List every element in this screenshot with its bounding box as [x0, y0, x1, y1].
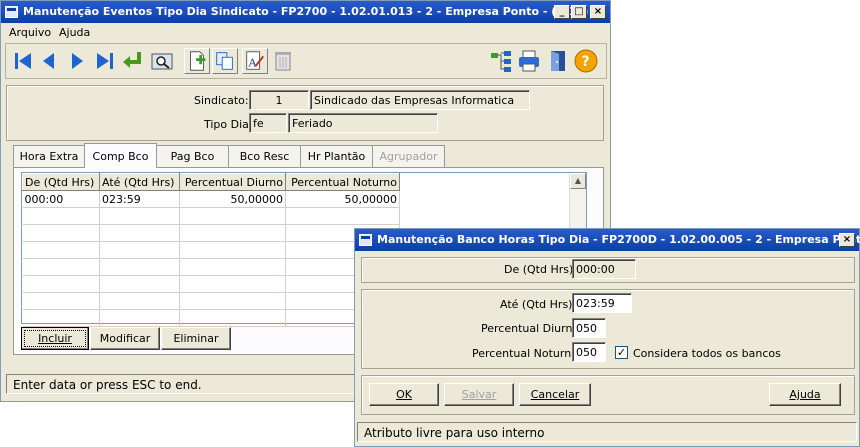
- maximize-button[interactable]: □: [571, 5, 587, 19]
- col-percentual-noturno[interactable]: Percentual Noturno: [285, 173, 400, 191]
- ok-label: OK: [396, 388, 412, 401]
- dialog-window: Manutenção Banco Horas Tipo Dia - FP2700…: [354, 228, 860, 447]
- scroll-up-arrow-icon[interactable]: ▲: [570, 173, 586, 189]
- close-button[interactable]: ×: [590, 5, 606, 19]
- modificar-label: Modificar: [99, 332, 151, 345]
- table-row[interactable]: [22, 224, 400, 242]
- ajuda-label: Ajuda: [789, 388, 821, 401]
- ajuda-button[interactable]: Ajuda: [769, 383, 841, 406]
- cell-ate[interactable]: 023:59: [99, 190, 180, 208]
- salvar-button: Salvar: [444, 383, 514, 406]
- new-record-icon[interactable]: [184, 48, 210, 74]
- incluir-label: Incluir: [38, 332, 72, 345]
- modificar-button[interactable]: Modificar: [90, 327, 160, 350]
- table-row[interactable]: [22, 275, 400, 293]
- search-icon[interactable]: [149, 48, 175, 74]
- menu-ajuda[interactable]: Ajuda: [59, 26, 90, 39]
- menubar: Arquivo Ajuda: [1, 23, 610, 42]
- toolbar: A ?: [5, 43, 607, 79]
- sindicato-code-field[interactable]: 1: [249, 90, 309, 110]
- noturno-label: Percentual Noturno:: [472, 347, 582, 360]
- hierarchy-icon[interactable]: [488, 48, 514, 74]
- main-titlebar[interactable]: Manutenção Eventos Tipo Dia Sindicato - …: [1, 1, 610, 23]
- cancelar-button[interactable]: Cancelar: [519, 383, 591, 406]
- minimize-button[interactable]: _: [554, 5, 570, 19]
- table-row[interactable]: [22, 309, 400, 327]
- svg-text:A: A: [248, 57, 258, 70]
- table-row[interactable]: [22, 207, 400, 225]
- tipo-dia-name-field: Feriado: [288, 113, 438, 133]
- dialog-close-button[interactable]: ×: [839, 233, 855, 247]
- edit-icon[interactable]: A: [242, 48, 268, 74]
- tab-agrupador: Agrupador: [372, 145, 445, 167]
- printer-icon[interactable]: [516, 48, 542, 74]
- eliminar-label: Eliminar: [173, 332, 219, 345]
- previous-record-icon[interactable]: [36, 48, 62, 74]
- cell-diurno[interactable]: 50,00000: [179, 190, 286, 208]
- col-de-qtd-hrs[interactable]: De (Qtd Hrs): [22, 173, 100, 191]
- col-ate-qtd-hrs[interactable]: Até (Qtd Hrs): [99, 173, 180, 191]
- dialog-title: Manutenção Banco Horas Tipo Dia - FP2700…: [377, 233, 860, 246]
- considera-checkbox[interactable]: ✓: [615, 346, 628, 359]
- cancelar-label: Cancelar: [530, 388, 580, 401]
- first-record-icon[interactable]: [10, 48, 36, 74]
- cell-de[interactable]: 000:00: [22, 190, 100, 208]
- sindicato-name-field: Sindicado das Empresas Informatica: [310, 90, 530, 110]
- incluir-button[interactable]: Incluir: [21, 327, 89, 350]
- tab-comp-bco[interactable]: Comp Bco: [84, 143, 157, 168]
- dialog-app-icon: [359, 234, 372, 246]
- exit-door-icon[interactable]: [545, 48, 571, 74]
- tipo-dia-label: Tipo Dia:: [204, 118, 253, 131]
- tab-pag-bco[interactable]: Pag Bco: [156, 145, 229, 167]
- dialog-buttons-panel: OK Salvar Cancelar Ajuda: [361, 375, 855, 415]
- diurno-input[interactable]: 050: [572, 318, 606, 338]
- app-icon: [5, 6, 18, 18]
- tab-bco-resc[interactable]: Bco Resc: [228, 145, 301, 167]
- de-label: De (Qtd Hrs):: [504, 263, 577, 276]
- de-field: 000:00: [572, 259, 636, 279]
- last-record-icon[interactable]: [92, 48, 118, 74]
- enter-icon[interactable]: [120, 48, 146, 74]
- ate-input[interactable]: 023:59: [572, 293, 632, 313]
- table-row[interactable]: [22, 241, 400, 259]
- diurno-label: Percentual Diurno:: [481, 322, 583, 335]
- dialog-titlebar[interactable]: Manutenção Banco Horas Tipo Dia - FP2700…: [355, 229, 860, 251]
- sindicato-label: Sindicato:: [194, 94, 249, 107]
- delete-trash-icon[interactable]: [270, 48, 296, 74]
- header-panel: Sindicato: 1 Sindicado das Empresas Info…: [6, 85, 604, 141]
- considera-label[interactable]: Considera todos os bancos: [633, 347, 781, 360]
- svg-text:?: ?: [582, 54, 590, 70]
- copy-icon[interactable]: [212, 48, 238, 74]
- next-record-icon[interactable]: [64, 48, 90, 74]
- eliminar-button[interactable]: Eliminar: [161, 327, 231, 350]
- cell-noturno[interactable]: 50,00000: [285, 190, 400, 208]
- menu-arquivo[interactable]: Arquivo: [9, 26, 51, 39]
- noturno-input[interactable]: 050: [572, 342, 606, 362]
- tipo-dia-code-field[interactable]: fe: [249, 113, 287, 133]
- table-row[interactable]: [22, 258, 400, 276]
- col-percentual-diurno[interactable]: Percentual Diurno: [179, 173, 286, 191]
- dialog-de-panel: De (Qtd Hrs): 000:00: [361, 257, 855, 283]
- table-row[interactable]: [22, 292, 400, 310]
- ok-button[interactable]: OK: [369, 383, 439, 406]
- table-row[interactable]: 000:00 023:59 50,00000 50,00000: [22, 190, 400, 208]
- main-title: Manutenção Eventos Tipo Dia Sindicato - …: [23, 5, 589, 18]
- tab-hora-extra[interactable]: Hora Extra: [13, 145, 85, 167]
- ate-label: Até (Qtd Hrs):: [500, 298, 577, 311]
- dialog-status-bar: Atributo livre para uso interno: [357, 422, 857, 442]
- salvar-label: Salvar: [461, 388, 497, 401]
- tab-hr-plantao[interactable]: Hr Plantão: [300, 145, 373, 167]
- dialog-fields-panel: Até (Qtd Hrs): 023:59 Percentual Diurno:…: [361, 289, 855, 369]
- help-icon[interactable]: ?: [573, 48, 599, 74]
